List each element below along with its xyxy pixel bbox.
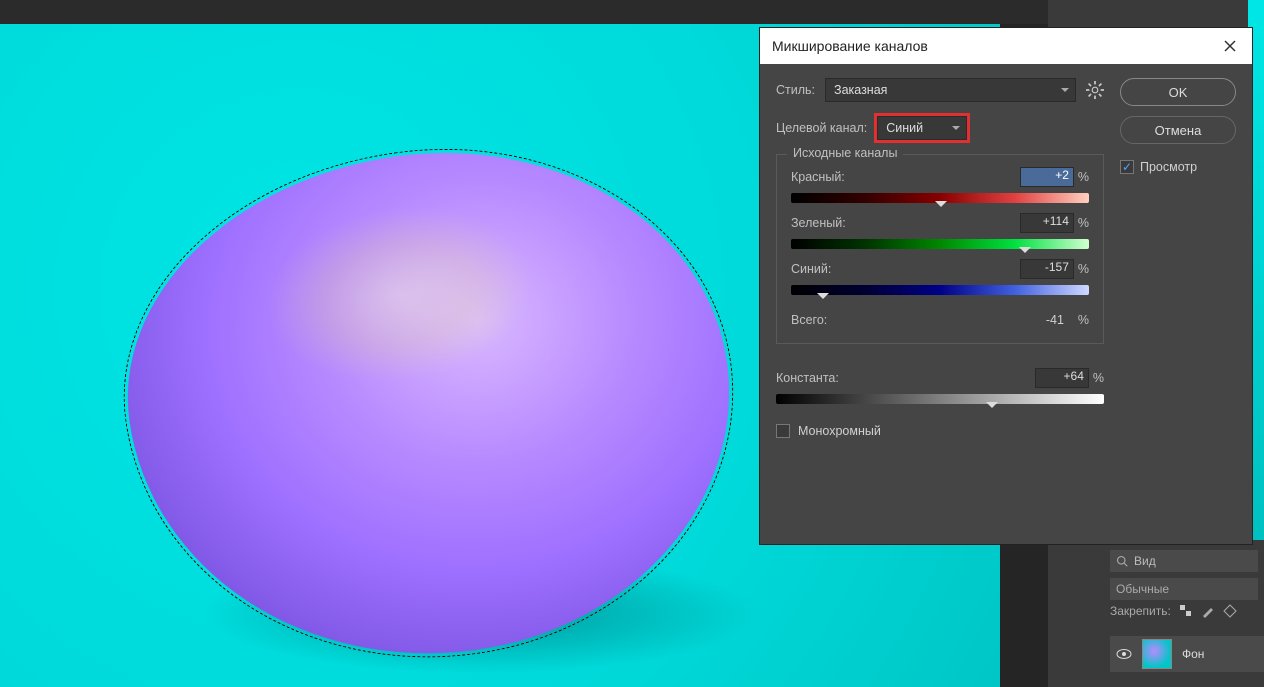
- channel-mixer-dialog: Микширование каналов Стиль: Заказная Цел…: [759, 27, 1253, 545]
- options-bar: [0, 0, 1048, 24]
- layer-name: Фон: [1182, 647, 1204, 661]
- total-row: Всего: -41 %: [791, 313, 1089, 327]
- percent-label: %: [1078, 170, 1089, 184]
- blue-label: Синий:: [791, 262, 831, 276]
- percent-label: %: [1093, 371, 1104, 385]
- percent-label: %: [1078, 262, 1089, 276]
- style-label: Стиль:: [776, 83, 815, 97]
- total-value: -41: [1046, 313, 1064, 327]
- search-icon: [1116, 555, 1128, 567]
- source-channels-group: Исходные каналы Красный: +2 %: [776, 154, 1104, 344]
- blend-mode-dropdown[interactable]: Обычные: [1110, 578, 1258, 600]
- source-channels-legend: Исходные каналы: [787, 146, 903, 160]
- lock-label: Закрепить:: [1110, 604, 1171, 618]
- lock-transparent-icon[interactable]: [1179, 604, 1193, 618]
- constant-slider-row: Константа: +64 %: [776, 368, 1104, 404]
- target-channel-value: Синий: [886, 121, 923, 135]
- preview-label: Просмотр: [1140, 160, 1197, 174]
- preview-row[interactable]: Просмотр: [1120, 160, 1236, 174]
- blue-input[interactable]: -157: [1020, 259, 1074, 279]
- red-input[interactable]: +2: [1020, 167, 1074, 187]
- green-slider-thumb[interactable]: [1019, 247, 1031, 259]
- lock-move-icon[interactable]: [1223, 604, 1237, 618]
- visibility-icon[interactable]: [1116, 646, 1132, 662]
- layer-row-background[interactable]: Фон: [1110, 636, 1264, 672]
- gear-icon[interactable]: [1086, 81, 1104, 99]
- dialog-title-text: Микширование каналов: [772, 38, 928, 54]
- close-button[interactable]: [1220, 36, 1240, 56]
- lock-brush-icon[interactable]: [1201, 604, 1215, 618]
- constant-input[interactable]: +64: [1035, 368, 1089, 388]
- lock-row: Закрепить:: [1110, 604, 1264, 618]
- cancel-button[interactable]: Отмена: [1120, 116, 1236, 144]
- preview-checkbox[interactable]: [1120, 160, 1134, 174]
- style-dropdown[interactable]: Заказная: [825, 78, 1076, 102]
- green-slider-track[interactable]: [791, 239, 1089, 249]
- monochrome-checkbox[interactable]: [776, 424, 790, 438]
- ok-button[interactable]: OK: [1120, 78, 1236, 106]
- blend-mode-value: Обычные: [1116, 582, 1169, 596]
- green-input[interactable]: +114: [1020, 213, 1074, 233]
- monochrome-row[interactable]: Монохромный: [776, 424, 1104, 438]
- target-channel-dropdown[interactable]: Синий: [877, 116, 967, 140]
- constant-label: Константа:: [776, 371, 839, 385]
- style-value: Заказная: [834, 83, 887, 97]
- blue-slider-thumb[interactable]: [817, 293, 829, 305]
- target-channel-label: Целевой канал:: [776, 121, 867, 135]
- red-slider-track[interactable]: [791, 193, 1089, 203]
- layer-thumbnail: [1142, 639, 1172, 669]
- total-label: Всего:: [791, 313, 827, 327]
- percent-label: %: [1078, 216, 1089, 230]
- close-icon: [1224, 40, 1236, 52]
- green-slider-row: Зеленый: +114 %: [791, 213, 1089, 249]
- layer-filter-label: Вид: [1134, 554, 1156, 568]
- red-slider-thumb[interactable]: [935, 201, 947, 213]
- dialog-titlebar[interactable]: Микширование каналов: [760, 28, 1252, 64]
- constant-slider-thumb[interactable]: [986, 402, 998, 414]
- blue-slider-row: Синий: -157 %: [791, 259, 1089, 295]
- green-label: Зеленый:: [791, 216, 846, 230]
- red-label: Красный:: [791, 170, 845, 184]
- red-slider-row: Красный: +2 %: [791, 167, 1089, 203]
- monochrome-label: Монохромный: [798, 424, 881, 438]
- blue-slider-track[interactable]: [791, 285, 1089, 295]
- percent-label: %: [1078, 313, 1089, 327]
- layer-filter-row[interactable]: Вид: [1110, 550, 1258, 572]
- constant-slider-track[interactable]: [776, 394, 1104, 404]
